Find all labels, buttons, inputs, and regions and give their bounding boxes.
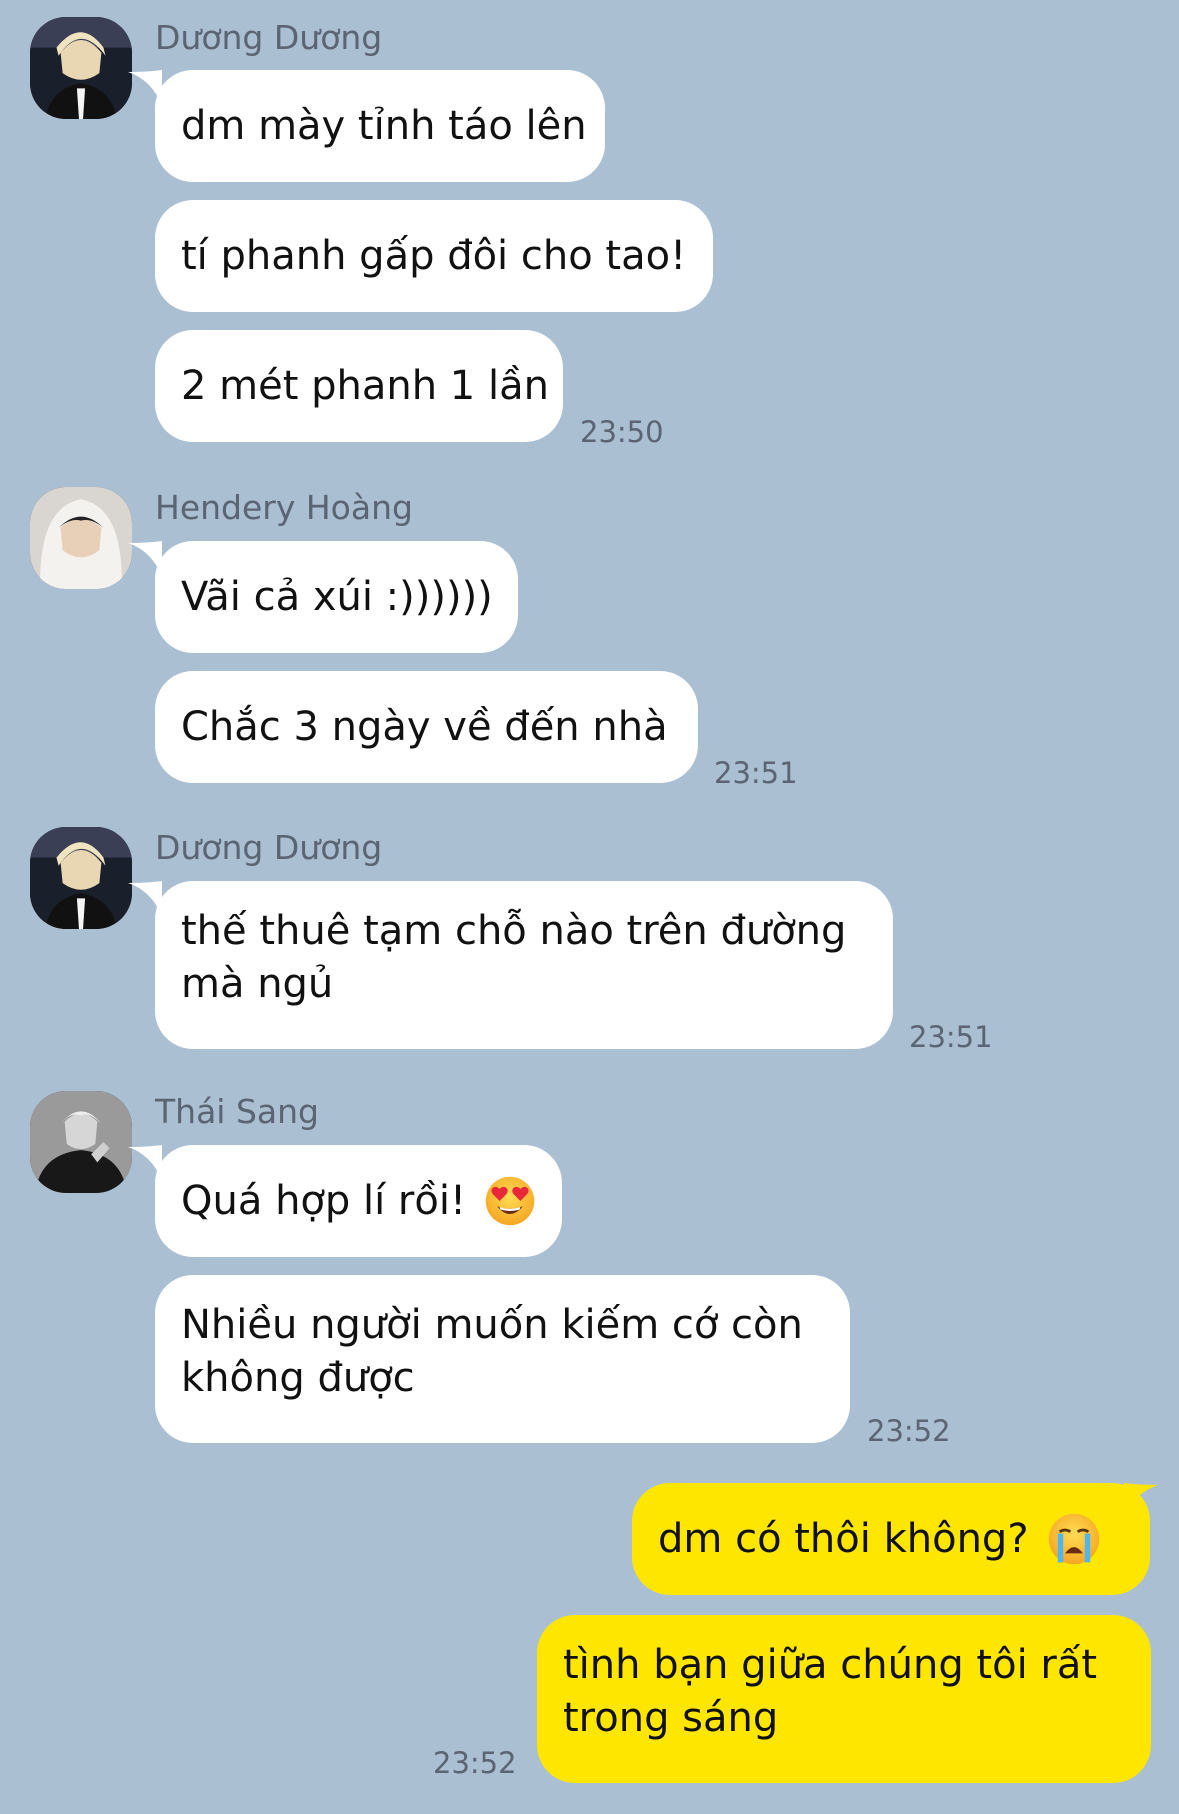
message-text: Vãi cả xúi :)))))) bbox=[181, 573, 493, 620]
message-time: 23:52 bbox=[867, 1414, 951, 1448]
avatar-thai-sang[interactable] bbox=[30, 1091, 132, 1193]
my-message-bubble[interactable]: dm có thôi không? bbox=[632, 1483, 1150, 1595]
message-text: Nhiều người muốn kiếm cớ còn không được bbox=[181, 1302, 803, 1401]
avatar-thai-sang-icon bbox=[30, 1091, 132, 1193]
heart-eyes-emoji bbox=[485, 1176, 535, 1226]
message-bubble[interactable]: tí phanh gấp đôi cho tao! bbox=[155, 200, 713, 312]
sender-name: Dương Dương bbox=[155, 18, 383, 57]
message-bubble[interactable]: 2 mét phanh 1 lần bbox=[155, 330, 563, 442]
avatar-hendery-hoang[interactable] bbox=[30, 487, 132, 589]
bubble-tail bbox=[1124, 1483, 1158, 1519]
message-time: 23:51 bbox=[909, 1020, 993, 1054]
sender-name: Thái Sang bbox=[155, 1092, 319, 1131]
message-bubble[interactable]: thế thuê tạm chỗ nào trên đường mà ngủ bbox=[155, 881, 893, 1049]
message-bubble[interactable]: Chắc 3 ngày về đến nhà bbox=[155, 671, 698, 783]
message-time: 23:51 bbox=[714, 756, 798, 790]
message-text: dm mày tỉnh táo lên bbox=[181, 102, 587, 149]
message-text: Chắc 3 ngày về đến nhà bbox=[181, 703, 668, 750]
crying-emoji bbox=[1048, 1513, 1099, 1565]
avatar-duong-duong-icon bbox=[30, 17, 132, 119]
message-bubble[interactable]: Nhiều người muốn kiếm cớ còn không được bbox=[155, 1275, 850, 1443]
message-time: 23:52 bbox=[433, 1746, 517, 1780]
sender-name: Hendery Hoàng bbox=[155, 488, 413, 527]
message-text: tí phanh gấp đôi cho tao! bbox=[181, 232, 687, 279]
avatar-duong-duong-icon bbox=[30, 827, 132, 929]
my-message-bubble[interactable]: tình bạn giữa chúng tôi rất trong sáng bbox=[537, 1615, 1151, 1783]
avatar-duong-duong[interactable] bbox=[30, 827, 132, 929]
message-text: dm có thôi không? bbox=[658, 1515, 1029, 1562]
message-time: 23:50 bbox=[580, 415, 664, 449]
message-bubble[interactable]: Vãi cả xúi :)))))) bbox=[155, 541, 518, 653]
message-text: thế thuê tạm chỗ nào trên đường mà ngủ bbox=[181, 908, 847, 1007]
message-bubble[interactable]: dm mày tỉnh táo lên bbox=[155, 70, 605, 182]
message-bubble[interactable]: Quá hợp lí rồi! bbox=[155, 1145, 562, 1257]
message-text: Quá hợp lí rồi! bbox=[181, 1177, 466, 1224]
avatar-hendery-hoang-icon bbox=[30, 487, 132, 589]
message-text: 2 mét phanh 1 lần bbox=[181, 362, 549, 409]
avatar-duong-duong[interactable] bbox=[30, 17, 132, 119]
message-text: tình bạn giữa chúng tôi rất trong sáng bbox=[563, 1642, 1098, 1741]
sender-name: Dương Dương bbox=[155, 828, 383, 867]
